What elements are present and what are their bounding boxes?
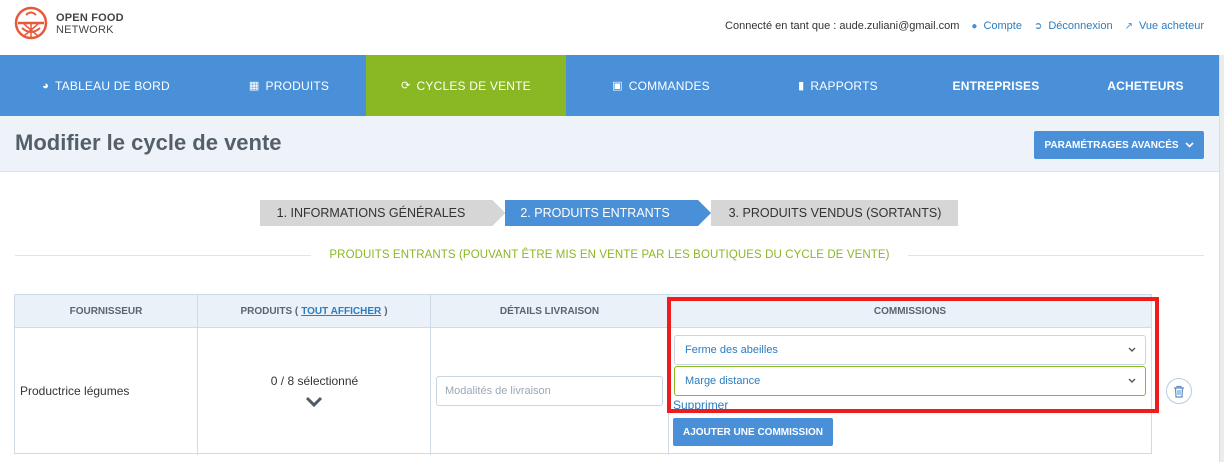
page-scrollbar[interactable] [1219,55,1224,462]
nav-order-cycles[interactable]: ⟳ CYCLES DE VENTE [366,55,566,123]
delete-row-button[interactable] [1166,378,1192,404]
wizard-step-1-label: 1. INFORMATIONS GÉNÉRALES [276,206,466,220]
external-link-icon: ↗ [1124,20,1133,32]
shopper-view-link[interactable]: ↗ Vue acheteur [1125,20,1204,32]
nav-enterprises-label: ENTREPRISES [952,78,1040,93]
logout-link-label: Déconnexion [1048,20,1113,32]
nav-customers[interactable]: ACHETEURS [1072,55,1219,116]
nav-order-cycles-label: CYCLES DE VENTE [416,78,531,93]
page-title: Modifier le cycle de vente [15,130,282,155]
wizard-step-3-label: 3. PRODUITS VENDUS (SORTANTS) [728,206,942,220]
nav-enterprises[interactable]: ENTREPRISES [920,55,1072,116]
cell-products: 0 / 8 sélectionné [198,328,431,455]
nav-orders[interactable]: ▣ COMMANDES [566,55,756,116]
nav-dashboard-label: TABLEAU DE BORD [55,78,170,93]
trash-icon [1174,385,1184,398]
nav-customers-label: ACHETEURS [1107,78,1184,93]
sign-out-icon: ➲ [1033,20,1043,32]
wizard-step-2-label: 2. PRODUITS ENTRANTS [520,206,670,220]
chevron-down-icon [1184,142,1194,148]
top-bar: OPEN FOOD NETWORK Connecté en tant que :… [0,0,1224,55]
header-products: PRODUITS ( TOUT AFFICHER ) [198,295,431,328]
refresh-icon: ⟳ [401,80,411,92]
expand-products-chevron-icon[interactable] [304,395,324,409]
delivery-details-input[interactable] [436,376,663,406]
add-fee-button[interactable]: AJOUTER UNE COMMISSION [673,418,833,446]
section-title: PRODUITS ENTRANTS (POUVANT ÊTRE MIS EN V… [329,249,890,261]
nav-products-label: PRODUITS [265,78,330,93]
step-arrow [492,200,505,226]
cart-icon: ▣ [612,80,623,92]
brand-line-1: OPEN FOOD [56,12,124,24]
supplier-name: Productrice légumes [20,384,130,398]
brand-name: OPEN FOOD NETWORK [56,12,124,36]
header-products-suffix: ) [384,306,388,317]
nav-dashboard[interactable]: ◕ TABLEAU DE BORD [0,55,212,116]
wizard-step-outgoing-products[interactable]: 3. PRODUITS VENDUS (SORTANTS) [698,200,958,226]
nav-orders-label: COMMANDES [628,78,710,93]
brand-line-2: NETWORK [56,24,114,36]
file-icon: ▮ [798,80,805,92]
advanced-settings-button[interactable]: PARAMÉTRAGES AVANCÉS [1034,131,1204,159]
page-header: Modifier le cycle de vente PARAMÉTRAGES … [0,116,1219,172]
step-arrow [698,200,711,226]
cell-delivery [431,328,669,455]
grid-icon: ▦ [248,80,260,92]
wizard-step-incoming-products[interactable]: 2. PRODUITS ENTRANTS [492,200,711,226]
logout-link[interactable]: ➲ Déconnexion [1034,20,1113,32]
show-all-products-link[interactable]: TOUT AFFICHER [301,306,381,317]
open-food-network-logo[interactable] [14,6,48,40]
header-supplier: FOURNISSEUR [15,295,198,328]
header-products-prefix: PRODUITS ( [240,306,299,317]
main-nav: ◕ TABLEAU DE BORD ▦ PRODUITS ⟳ CYCLES DE… [0,55,1219,123]
highlight-box [667,297,1159,413]
header-delivery: DÉTAILS LIVRAISON [431,295,669,328]
account-link[interactable]: ● Compte [971,20,1022,32]
dashboard-icon: ◕ [42,79,50,92]
nav-reports-label: RAPPORTS [810,78,878,93]
nav-products[interactable]: ▦ PRODUITS [212,55,366,116]
products-selected-count: 0 / 8 sélectionné [270,374,359,388]
shopper-view-link-label: Vue acheteur [1138,20,1204,32]
nav-reports[interactable]: ▮ RAPPORTS [756,55,920,116]
user-bar: Connecté en tant que : aude.zuliani@gmai… [725,20,1204,32]
user-icon: ● [971,20,978,32]
account-link-label: Compte [983,20,1022,32]
cell-supplier: Productrice légumes [15,328,198,455]
wizard-step-general-info[interactable]: 1. INFORMATIONS GÉNÉRALES [260,200,505,226]
wizard-steps: 1. INFORMATIONS GÉNÉRALES 2. PRODUITS EN… [260,200,958,226]
logged-in-as: Connecté en tant que : aude.zuliani@gmai… [725,20,960,32]
advanced-settings-label: PARAMÉTRAGES AVANCÉS [1044,139,1179,151]
